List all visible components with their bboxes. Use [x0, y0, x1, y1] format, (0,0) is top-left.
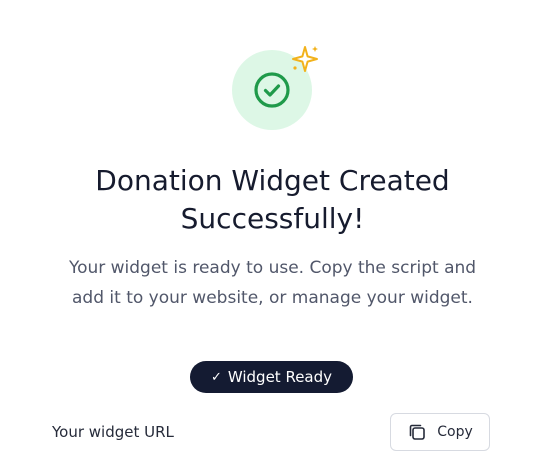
copy-icon: [409, 424, 426, 440]
copy-button[interactable]: Copy: [390, 413, 490, 451]
widget-url-label: Your widget URL: [52, 423, 174, 441]
badge-label: Widget Ready: [227, 368, 333, 386]
check-circle-icon: [254, 72, 290, 108]
widget-ready-badge: ✓ Widget Ready: [190, 361, 353, 393]
sparkle-icon: [292, 46, 318, 72]
success-description: Your widget is ready to use. Copy the sc…: [68, 258, 477, 308]
page-title: Donation Widget Created Successfully!: [95, 164, 450, 235]
copy-button-label: Copy: [437, 424, 473, 440]
checkmark-icon: ✓: [210, 369, 222, 385]
